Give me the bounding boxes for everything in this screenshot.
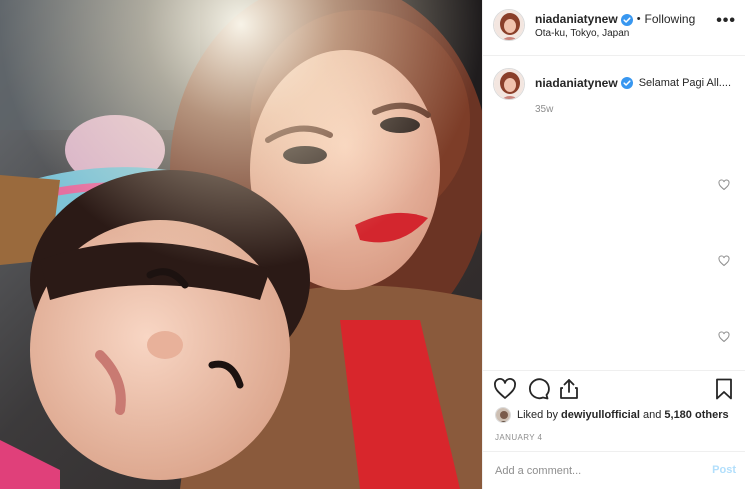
others-count[interactable]: 5,180 others (664, 409, 728, 421)
comment-bubble-icon[interactable] (526, 377, 550, 401)
author-avatar[interactable] (493, 9, 525, 41)
avatar-image (494, 10, 524, 40)
caption-timestamp[interactable]: 35w (535, 104, 553, 115)
post-actions: Liked by dewiyullofficial and 5,180 othe… (483, 370, 745, 489)
verified-badge-icon (620, 13, 633, 26)
add-comment-bar: Post (483, 451, 745, 489)
avatar-image (494, 69, 524, 99)
liked-by-prefix: Liked by (517, 409, 558, 421)
caption-text: Selamat Pagi All.... (638, 77, 732, 89)
liked-by-and: and (642, 409, 662, 421)
post-side-panel: niadaniatynew • Following Ota-ku, Tokyo,… (482, 0, 745, 489)
share-icon[interactable] (557, 377, 581, 401)
verified-badge-icon (620, 77, 633, 89)
comments-list (483, 120, 745, 362)
author-username[interactable]: niadaniatynew (535, 12, 618, 26)
caption-username[interactable]: niadaniatynew (535, 76, 618, 90)
header-line: niadaniatynew • Following (535, 12, 695, 26)
more-options-icon[interactable]: ••• (716, 12, 736, 30)
selfie-image (0, 0, 482, 489)
liker-avatar[interactable] (495, 407, 511, 423)
following-button[interactable]: Following (645, 12, 696, 26)
post-date[interactable]: JANUARY 4 (495, 433, 542, 442)
separator-dot: • (636, 13, 641, 25)
post-location[interactable]: Ota-ku, Tokyo, Japan (535, 28, 629, 39)
heart-icon[interactable] (493, 377, 517, 401)
comment-like-heart-icon[interactable] (718, 254, 730, 267)
comment-input[interactable] (495, 462, 695, 480)
caption-avatar[interactable] (493, 68, 525, 100)
post-header: niadaniatynew • Following Ota-ku, Tokyo,… (483, 0, 745, 56)
post-comment-button[interactable]: Post (712, 464, 736, 476)
bookmark-icon[interactable] (712, 377, 736, 401)
comment-like-heart-icon[interactable] (718, 330, 730, 343)
likes-summary: Liked by dewiyullofficial and 5,180 othe… (495, 407, 729, 423)
post-photo[interactable] (0, 0, 482, 489)
caption-line: niadaniatynew Selamat Pagi All.... (535, 76, 731, 90)
comment-like-heart-icon[interactable] (718, 178, 730, 191)
liked-by-user[interactable]: dewiyullofficial (561, 409, 640, 421)
